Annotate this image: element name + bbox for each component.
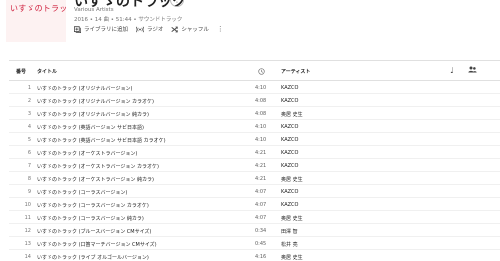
track-title: いすゞのトラック (ブルースバージョン CMサイズ): [37, 229, 152, 235]
track-title: いすゞのトラック (コーラスバージョン): [37, 190, 128, 196]
header-number[interactable]: 番号: [16, 68, 26, 75]
library-add-icon: [74, 25, 81, 33]
track-artist[interactable]: KAZCO: [281, 137, 298, 143]
table-row[interactable]: 11 いすゞのトラック (コーラスバージョン 純カラ) 4:07 奥居 史生: [9, 211, 500, 224]
track-duration: 4:10: [255, 137, 267, 143]
track-duration: 0:45: [255, 241, 267, 247]
track-title: いすゞのトラック (オーケストラバージョン 純カラ): [37, 177, 154, 183]
track-duration: 4:08: [255, 98, 267, 104]
table-row[interactable]: 2 いすゞのトラック (オリジナルバージョン カラオケ) 4:08 KAZCO: [9, 94, 500, 107]
track-duration: 0:34: [255, 228, 267, 234]
album-art-text: いすゞのトラック: [10, 4, 66, 13]
track-number: 3: [27, 111, 31, 117]
track-duration: 4:21: [255, 163, 267, 169]
table-row[interactable]: 6 いすゞのトラック (オーケストラバージョン) 4:21 KAZCO: [9, 146, 500, 159]
track-number: 13: [24, 241, 31, 247]
table-row[interactable]: 5 いすゞのトラック (英語バージョン サビ日本語 カラオケ) 4:10 KAZCO: [9, 133, 500, 146]
shuffle-label: シャッフル: [181, 27, 209, 33]
track-artist[interactable]: 奥居 史生: [281, 215, 303, 222]
track-number: 2: [27, 98, 31, 104]
track-duration: 4:07: [255, 202, 267, 208]
track-artist[interactable]: KAZCO: [281, 163, 298, 169]
track-duration: 4:07: [255, 215, 267, 221]
track-duration: 4:21: [255, 150, 267, 156]
track-title: いすゞのトラック (オーケストラバージョン): [37, 151, 138, 157]
track-number: 8: [27, 176, 31, 182]
track-artist[interactable]: KAZCO: [281, 85, 298, 91]
table-row[interactable]: 8 いすゞのトラック (オーケストラバージョン 純カラ) 4:21 奥居 史生: [9, 172, 500, 185]
table-row[interactable]: 14 いすゞのトラック (ライブ オルゴールバージョン) 4:16 奥居 史生: [9, 250, 500, 261]
track-duration: 4:21: [255, 176, 267, 182]
album-artist[interactable]: Various Artists: [74, 7, 114, 13]
table-body: 1 いすゞのトラック (オリジナルバージョン) 4:10 KAZCO 2 いすゞのトラック…: [9, 81, 500, 261]
track-duration: 4:10: [255, 85, 267, 91]
album-meta: 2016 • 14 曲 • 51:44 • サウンドトラック: [74, 17, 183, 23]
table-row[interactable]: 12 いすゞのトラック (ブルースバージョン CMサイズ) 0:34 田澤 智: [9, 224, 500, 237]
track-duration: 4:07: [255, 189, 267, 195]
album-actions: ライブラリに追加 ラジオ シャッフル ⋮: [74, 24, 224, 34]
track-number: 5: [27, 137, 31, 143]
track-title: いすゞのトラック (英語バージョン サビ日本語): [37, 125, 144, 131]
table-row[interactable]: 7 いすゞのトラック (オーケストラバージョン カラオケ) 4:21 KAZCO: [9, 159, 500, 172]
track-number: 12: [24, 228, 31, 234]
track-artist[interactable]: KAZCO: [281, 98, 298, 104]
track-title: いすゞのトラック (英語バージョン サビ日本語 カラオケ): [37, 138, 166, 144]
table-header: 番号 タイトル アーティスト ♩: [9, 61, 500, 81]
track-duration: 4:08: [255, 111, 267, 117]
track-title: いすゞのトラック (ライブ オルゴールバージョン): [37, 255, 149, 261]
album-art[interactable]: いすゞのトラック: [6, 0, 66, 42]
table-row[interactable]: 9 いすゞのトラック (コーラスバージョン) 4:07 KAZCO: [9, 185, 500, 198]
table-row[interactable]: 13 いすゞのトラック (口笛マーチバージョン CMサイズ) 0:45 松井 亮: [9, 237, 500, 250]
track-artist[interactable]: KAZCO: [281, 124, 298, 130]
track-title: いすゞのトラック (オリジナルバージョン カラオケ): [37, 99, 154, 105]
header-artist[interactable]: アーティスト: [281, 68, 310, 75]
track-title: いすゞのトラック (コーラスバージョン カラオケ): [37, 203, 149, 209]
table-row[interactable]: 10 いすゞのトラック (コーラスバージョン カラオケ) 4:07 KAZCO: [9, 198, 500, 211]
radio-icon: [136, 26, 145, 32]
track-title: いすゞのトラック (オリジナルバージョン): [37, 86, 133, 92]
people-icon[interactable]: [468, 66, 477, 75]
track-artist[interactable]: 田澤 智: [281, 228, 298, 235]
track-duration: 4:16: [255, 254, 267, 260]
track-number: 10: [24, 202, 31, 208]
shuffle-button[interactable]: シャッフル: [171, 25, 209, 33]
track-number: 1: [27, 85, 31, 91]
clock-icon[interactable]: [258, 68, 265, 77]
track-table: 番号 タイトル アーティスト ♩ 1 いすゞのトラック (オリジナルバージョン) 4…: [9, 60, 500, 261]
track-title: いすゞのトラック (コーラスバージョン 純カラ): [37, 216, 144, 222]
track-artist[interactable]: 奥居 史生: [281, 254, 303, 261]
table-row[interactable]: 3 いすゞのトラック (オリジナルバージョン 純カラ) 4:08 奥居 史生: [9, 107, 500, 120]
track-title: いすゞのトラック (口笛マーチバージョン CMサイズ): [37, 242, 157, 248]
track-artist[interactable]: 松井 亮: [281, 241, 298, 248]
track-artist[interactable]: 奥居 史生: [281, 111, 303, 118]
track-number: 14: [24, 254, 31, 260]
track-artist[interactable]: KAZCO: [281, 202, 298, 208]
track-number: 7: [27, 163, 31, 169]
track-title: いすゞのトラック (オリジナルバージョン 純カラ): [37, 112, 149, 118]
track-artist[interactable]: 奥居 史生: [281, 176, 303, 183]
track-number: 9: [27, 189, 31, 195]
header-title[interactable]: タイトル: [37, 68, 57, 75]
radio-label: ラジオ: [147, 27, 164, 33]
track-number: 4: [27, 124, 31, 130]
table-row[interactable]: 1 いすゞのトラック (オリジナルバージョン) 4:10 KAZCO: [9, 81, 500, 94]
track-title: いすゞのトラック (オーケストラバージョン カラオケ): [37, 164, 159, 170]
add-to-library-label: ライブラリに追加: [84, 27, 129, 33]
track-number: 6: [27, 150, 31, 156]
more-options-icon[interactable]: ⋮: [217, 25, 224, 33]
table-row[interactable]: 4 いすゞのトラック (英語バージョン サビ日本語) 4:10 KAZCO: [9, 120, 500, 133]
track-artist[interactable]: KAZCO: [281, 189, 298, 195]
radio-button[interactable]: ラジオ: [136, 25, 163, 33]
music-note-icon[interactable]: ♩: [450, 66, 454, 75]
track-artist[interactable]: KAZCO: [281, 150, 298, 156]
add-to-library-button[interactable]: ライブラリに追加: [74, 25, 128, 33]
track-number: 11: [24, 215, 31, 221]
track-duration: 4:10: [255, 124, 267, 130]
shuffle-icon: [171, 26, 179, 32]
